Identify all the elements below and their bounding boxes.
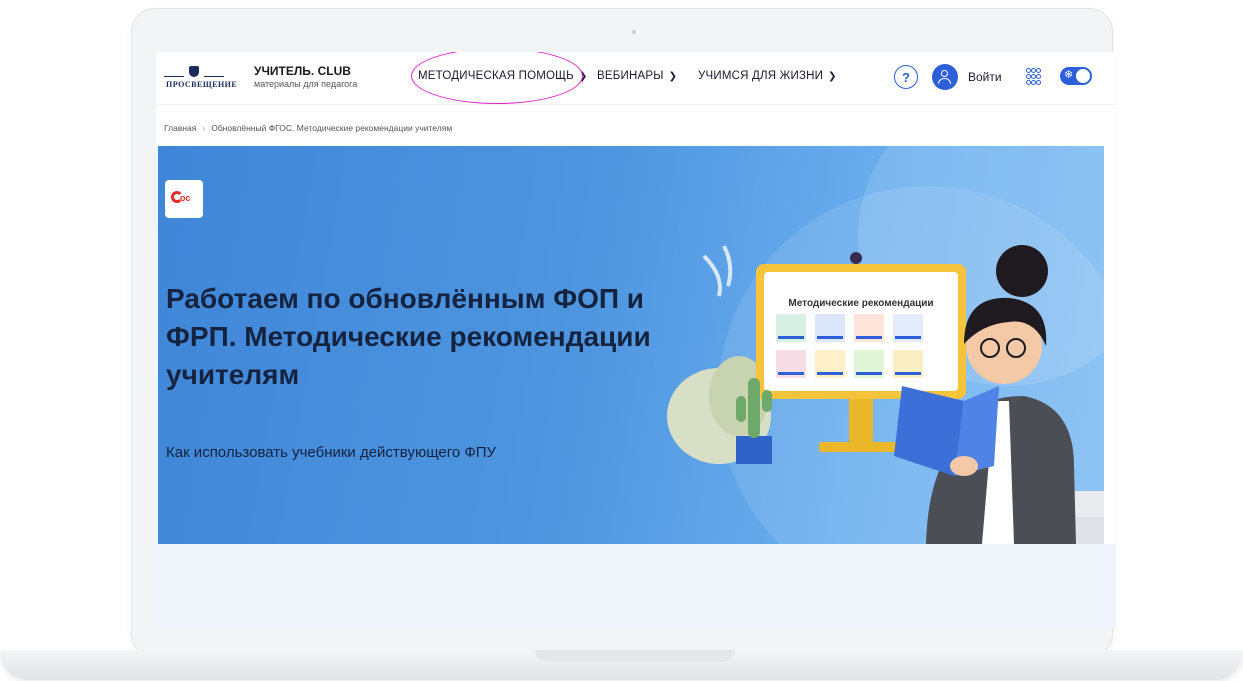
leaf-shape (702, 254, 722, 297)
help-button[interactable]: ? (894, 65, 918, 89)
toggle-knob (1076, 69, 1090, 83)
chevron-right-icon: › (202, 123, 206, 133)
monitor-stand (849, 399, 873, 444)
nav-learning-for-life[interactable]: УЧИМСЯ ДЛЯ ЖИЗНИ ❯ (698, 70, 837, 82)
logo-line-right (204, 76, 224, 77)
user-head (941, 70, 948, 77)
breadcrumb-home[interactable]: Главная (164, 123, 196, 133)
apps-grid-icon[interactable] (1026, 68, 1041, 85)
monitor-screen-title: Методические рекомендации (788, 298, 933, 309)
breadcrumb-current: Обновлённый ФГОС. Методические рекоменда… (211, 123, 453, 133)
page-content-below (156, 544, 1116, 628)
fgos-logo: ос (165, 180, 203, 218)
scrollbar-track[interactable] (1104, 146, 1116, 586)
logo-text: ПРОСВЕЩЕНИЕ (166, 80, 238, 89)
user-body (938, 78, 951, 84)
monitor-base (819, 442, 905, 452)
fgos-badge-text: ос (180, 193, 191, 203)
user-icon[interactable] (932, 64, 958, 90)
cactus-shape (736, 396, 746, 422)
logo-line-left (164, 76, 184, 77)
site-header: ПРОСВЕЩЕНИЕ УЧИТЕЛЬ. CLUB материалы для … (156, 52, 1116, 105)
pot-shape (736, 436, 772, 464)
theme-toggle[interactable]: ❄ (1060, 67, 1092, 85)
login-link[interactable]: Войти (968, 70, 1002, 84)
chevron-down-icon: ❯ (828, 71, 837, 82)
cactus-shape (762, 390, 772, 412)
prosveshchenie-logo[interactable]: ПРОСВЕЩЕНИЕ (164, 66, 237, 92)
shield-icon (189, 66, 199, 77)
nav-label: ВЕБИНАРЫ (597, 70, 664, 82)
hero-banner: ос Работаем по обновлённым ФОП и ФРП. Ме… (158, 146, 1104, 544)
nav-webinars[interactable]: ВЕБИНАРЫ ❯ (597, 70, 677, 82)
teacher-illustration: Методические рекомендации (667, 245, 1104, 544)
hero-subtitle: Как использовать учебники действующего Ф… (166, 444, 497, 461)
cactus-shape (748, 378, 760, 438)
pin-icon (850, 252, 862, 264)
chevron-down-icon: ❯ (668, 71, 678, 82)
nav-label: УЧИМСЯ ДЛЯ ЖИЗНИ (698, 70, 824, 82)
highlight-annotation (411, 52, 583, 104)
club-subtitle: материалы для педагога (254, 79, 358, 89)
hero-title: Работаем по обновлённым ФОП и ФРП. Метод… (166, 283, 651, 390)
hand-shape (950, 456, 978, 476)
laptop-notch (535, 650, 735, 662)
snowflake-icon: ❄ (1064, 69, 1074, 81)
leaf-shape (722, 245, 733, 287)
webcam-icon (632, 30, 636, 34)
club-title[interactable]: УЧИТЕЛЬ. CLUB (254, 64, 351, 78)
breadcrumb: Главная › Обновлённый ФГОС. Методические р… (164, 123, 452, 133)
browser-screen: ПРОСВЕЩЕНИЕ УЧИТЕЛЬ. CLUB материалы для … (156, 52, 1116, 628)
hair-bun-shape (996, 245, 1048, 297)
